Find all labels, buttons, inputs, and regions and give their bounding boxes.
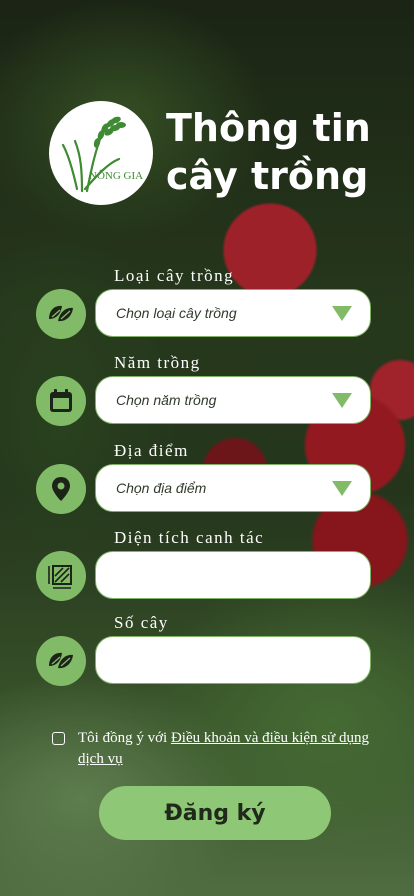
title-line-1: Thông tin [166, 106, 371, 150]
svg-text:NÔNG GIA: NÔNG GIA [89, 170, 143, 182]
leaf-icon [36, 636, 86, 686]
crop-type-label: Loại cây trồng [114, 266, 235, 285]
area-icon [36, 551, 86, 601]
location-placeholder: Chọn địa điểm [116, 480, 207, 496]
location-pin-icon [36, 464, 86, 514]
tree-count-input[interactable] [95, 636, 371, 684]
cultivated-area-label: Diện tích canh tác [114, 528, 265, 547]
crop-type-select[interactable]: Chọn loại cây trồng [95, 289, 371, 337]
chevron-down-icon[interactable] [332, 393, 352, 408]
chevron-down-icon[interactable] [332, 306, 352, 321]
planting-year-select[interactable]: Chọn năm trồng [95, 376, 371, 424]
title-line-2: cây trồng [166, 154, 369, 198]
location-select[interactable]: Chọn địa điểm [95, 464, 371, 512]
terms-checkbox[interactable] [52, 732, 65, 745]
register-button[interactable]: Đăng ký [99, 786, 331, 840]
planting-year-placeholder: Chọn năm trồng [116, 392, 217, 408]
terms-agreement: Tôi đồng ý với Điều khoản và điều kiện s… [52, 728, 392, 770]
terms-text: Tôi đồng ý với Điều khoản và điều kiện s… [52, 728, 392, 770]
cultivated-area-input[interactable] [95, 551, 371, 599]
chevron-down-icon[interactable] [332, 481, 352, 496]
brand-logo: NÔNG GIA [49, 101, 153, 205]
location-label: Địa điểm [114, 441, 189, 460]
crop-type-placeholder: Chọn loại cây trồng [116, 305, 237, 321]
terms-prefix: Tôi đồng ý với [78, 730, 171, 746]
page-title: Thông tin cây trồng [166, 104, 396, 200]
tree-count-label: Số cây [114, 613, 169, 632]
planting-year-label: Năm trồng [114, 353, 201, 372]
rice-plant-icon: NÔNG GIA [61, 116, 143, 193]
calendar-icon [36, 376, 86, 426]
leaf-icon [36, 289, 86, 339]
